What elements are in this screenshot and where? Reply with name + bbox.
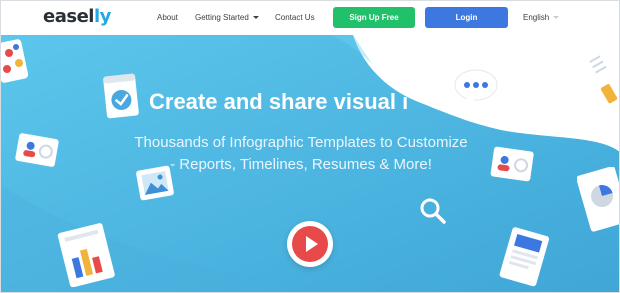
top-navigation: easelly About Getting Started Contact Us… [1,1,619,35]
easelly-logo[interactable]: easelly [43,6,111,27]
nav-getting-started-label: Getting Started [195,13,249,22]
hero-section: Create and share visual i Thousands of I… [1,35,619,292]
pie-doc-icon [577,167,619,232]
logo-text-accent: ly [93,6,111,27]
profile-card-icon [15,133,59,167]
document-icon [499,227,550,287]
page-frame: easelly About Getting Started Contact Us… [0,0,620,293]
chevron-down-icon [252,16,259,20]
nav-getting-started-dropdown[interactable]: Getting Started [195,13,259,22]
pencil-icon [587,49,619,104]
image-icon [136,165,174,201]
chat-bubble-icon [454,69,498,107]
search-icon [420,198,446,224]
logo-text-main: easel [43,6,94,27]
language-selector[interactable]: English [523,13,560,22]
play-icon [292,226,328,262]
profile-card-icon [490,146,534,182]
check-card-icon [103,73,139,119]
language-label: English [523,13,550,22]
sign-up-button[interactable]: Sign Up Free [333,7,415,28]
hero-headline: Create and share visual i [149,89,409,114]
hero-subheadline: Thousands of Infographic Templates to Cu… [134,134,468,173]
play-video-button[interactable] [287,221,333,267]
nav-about-link[interactable]: About [157,13,178,22]
chevron-down-icon [553,16,560,20]
nav-contact-link[interactable]: Contact Us [275,13,315,22]
chart-doc-icon [57,223,115,287]
login-button[interactable]: Login [425,7,508,28]
palette-icon [1,39,29,83]
